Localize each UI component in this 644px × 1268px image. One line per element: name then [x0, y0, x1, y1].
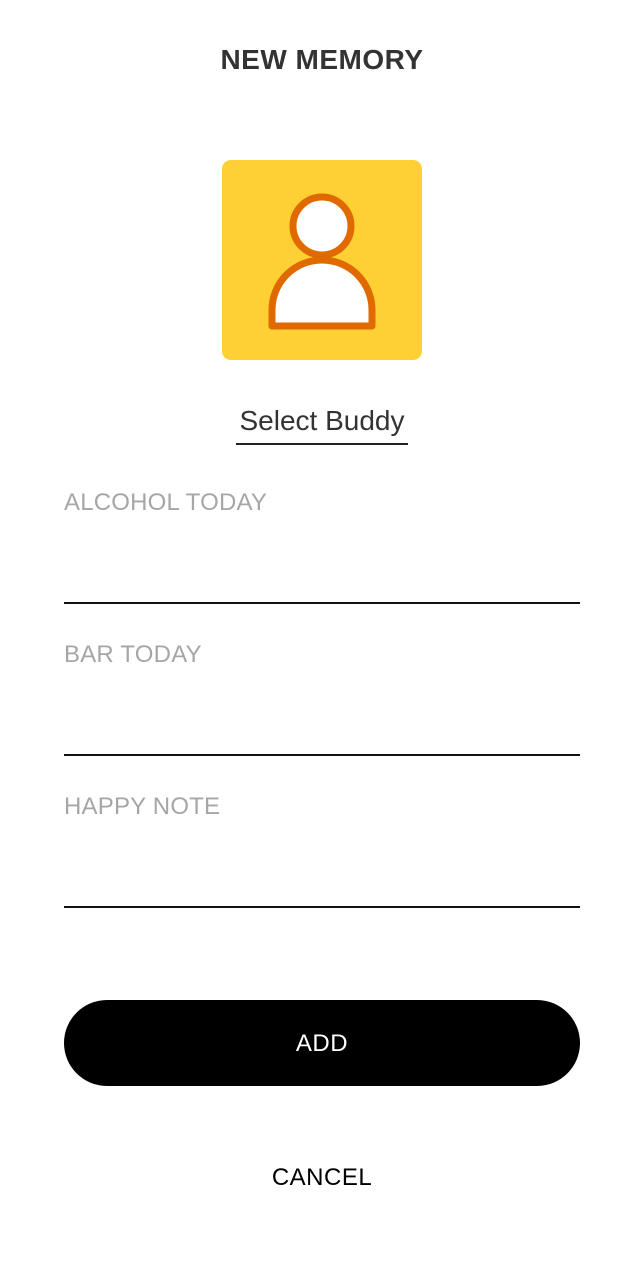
- alcohol-today-input[interactable]: [64, 550, 580, 598]
- bar-today-input[interactable]: [64, 702, 580, 750]
- bar-today-label: BAR TODAY: [64, 641, 202, 668]
- happy-note-input[interactable]: [64, 854, 580, 902]
- add-button[interactable]: ADD: [64, 1000, 580, 1086]
- buddy-avatar-button[interactable]: [222, 160, 422, 360]
- person-icon: [268, 193, 376, 330]
- bar-today-field: BAR TODAY: [64, 640, 580, 756]
- page-title: NEW MEMORY: [220, 44, 424, 75]
- select-buddy-link[interactable]: Select Buddy: [236, 402, 408, 445]
- alcohol-today-label: ALCOHOL TODAY: [64, 489, 268, 516]
- happy-note-field: HAPPY NOTE: [64, 792, 580, 908]
- happy-note-label: HAPPY NOTE: [64, 793, 221, 820]
- alcohol-today-field: ALCOHOL TODAY: [64, 488, 580, 604]
- cancel-button[interactable]: CANCEL: [222, 1158, 422, 1198]
